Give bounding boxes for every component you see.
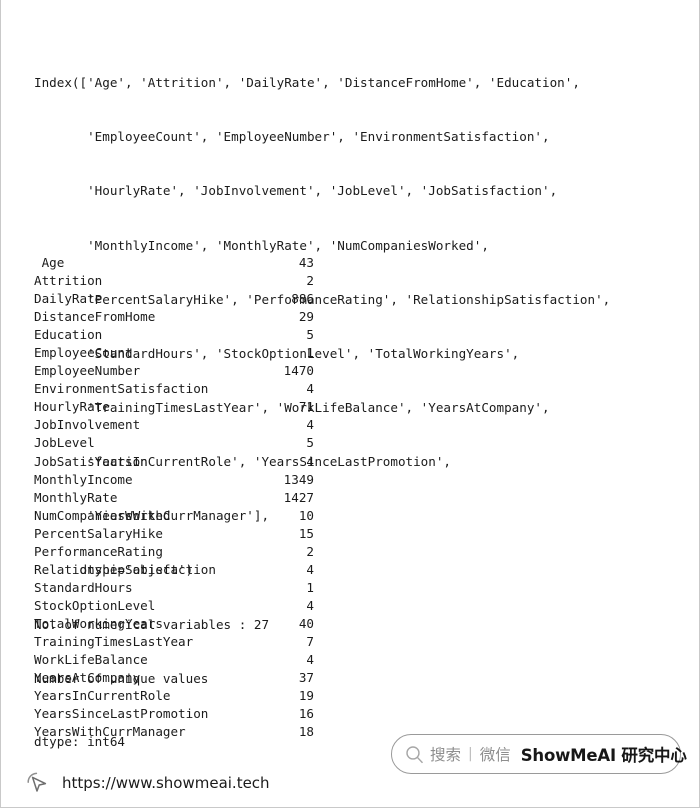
series-value: 29 [298,309,314,325]
footer-url-text: https://www.showmeai.tech [62,774,270,792]
series-row: Attrition 2 [34,272,314,290]
series-value: 4 [306,652,314,668]
series-index-label: WorkLifeBalance [34,652,148,668]
series-row: YearsSinceLastPromotion 16 [34,705,314,723]
series-row: Education 5 [34,326,314,344]
series-index-label: EnvironmentSatisfaction [34,381,209,397]
series-index-label: YearsSinceLastPromotion [34,706,209,722]
series-row: StandardHours 1 [34,579,314,597]
series-index-label: EmployeeNumber [34,363,141,379]
series-value: 1349 [283,471,314,487]
notebook-output-page: Index(['Age', 'Attrition', 'DailyRate', … [0,0,700,808]
series-value: 4 [306,381,314,397]
series-value: 1 [306,345,314,361]
series-value: 1427 [283,489,314,505]
series-value: 40 [298,615,314,631]
series-value: 5 [306,435,314,451]
badge-search-label: 搜索 [430,746,462,764]
series-value: 15 [298,525,314,541]
series-row: WorkLifeBalance 4 [34,651,314,669]
series-index-label: NumCompaniesWorked [34,507,171,523]
badge-separator: | [468,746,473,762]
series-value: 7 [306,633,314,649]
series-row: MonthlyRate 1427 [34,489,314,507]
series-row: PerformanceRating 2 [34,543,314,561]
output-line: 'EmployeeCount', 'EmployeeNumber', 'Envi… [34,129,550,145]
series-index-label: PerformanceRating [34,543,163,559]
series-row: EmployeeCount 1 [34,344,314,362]
series-index-label: DailyRate [34,291,103,307]
series-index-label: DistanceFromHome [34,309,156,325]
series-value: 4 [306,597,314,613]
series-index-label: PercentSalaryHike [34,525,163,541]
series-value: 4 [306,561,314,577]
series-value: 37 [298,670,314,686]
series-row: EmployeeNumber 1470 [34,362,314,380]
series-index-label: YearsAtCompany [34,670,141,686]
series-value: 1 [306,579,314,595]
output-line: Index(['Age', 'Attrition', 'DailyRate', … [34,75,580,91]
series-row: StockOptionLevel 4 [34,597,314,615]
series-row: MonthlyIncome 1349 [34,471,314,489]
badge-channel-label: 微信 [479,746,511,764]
series-index-label: StandardHours [34,579,133,595]
showmeai-badge: 搜索 | 微信 ShowMeAI 研究中心 [391,734,687,774]
series-value: 19 [298,688,314,704]
series-index-label: MonthlyIncome [34,471,133,487]
series-value: 1470 [283,363,314,379]
series-row: NumCompaniesWorked 10 [34,507,314,525]
series-row: JobLevel 5 [34,434,314,452]
series-index-label: StockOptionLevel [34,597,156,613]
series-index-label: RelationshipSatisfaction [34,561,216,577]
series-index-label: JobInvolvement [34,417,141,433]
series-row: PercentSalaryHike 15 [34,525,314,543]
series-row: DailyRate 886 [34,290,314,308]
series-row: TotalWorkingYears 40 [34,615,314,633]
cursor-arrow-icon [25,770,51,796]
output-line: 'MonthlyIncome', 'MonthlyRate', 'NumComp… [34,237,489,253]
series-row: YearsAtCompany 37 [34,669,314,687]
series-value: 4 [306,453,314,469]
search-icon [405,745,424,764]
series-value: 2 [306,543,314,559]
series-index-label: Education [34,327,103,343]
series-index-label: TotalWorkingYears [34,615,163,631]
series-row: TrainingTimesLastYear 7 [34,633,314,651]
series-value: 886 [291,291,314,307]
series-row: HourlyRate 71 [34,398,314,416]
series-row: YearsInCurrentRole 19 [34,687,314,705]
series-index-label: EmployeeCount [34,345,133,361]
series-value: 4 [306,417,314,433]
series-index-label: YearsInCurrentRole [34,688,171,704]
series-value: 16 [298,706,314,722]
series-value: 18 [298,724,314,740]
series-index-label: MonthlyRate [34,489,118,505]
series-index-label: TrainingTimesLastYear [34,633,194,649]
series-value: 71 [298,399,314,415]
series-value: 43 [298,255,314,270]
series-row: DistanceFromHome 29 [34,308,314,326]
unique-values-series: Age 43 Attrition 2 DailyRate 886 DistanceFr… [34,254,314,741]
series-index-label: HourlyRate [34,399,110,415]
series-dtype-line: dtype: int64 [34,734,125,749]
series-row: JobInvolvement 4 [34,416,314,434]
series-row: JobSatisfaction 4 [34,453,314,471]
series-value: 5 [306,327,314,343]
footer-link[interactable]: https://www.showmeai.tech [25,770,270,796]
series-row: Age 43 [34,254,314,272]
output-line: 'HourlyRate', 'JobInvolvement', 'JobLeve… [34,183,558,199]
series-index-label: Attrition [34,273,103,289]
series-value: 10 [298,507,314,523]
series-row: EnvironmentSatisfaction 4 [34,380,314,398]
series-index-label: JobLevel [34,435,95,451]
series-index-label: JobSatisfaction [34,453,148,469]
series-row: RelationshipSatisfaction 4 [34,561,314,579]
badge-brand-label: ShowMeAI 研究中心 [520,746,687,765]
series-index-label: Age [34,255,65,270]
series-value: 2 [306,273,314,289]
